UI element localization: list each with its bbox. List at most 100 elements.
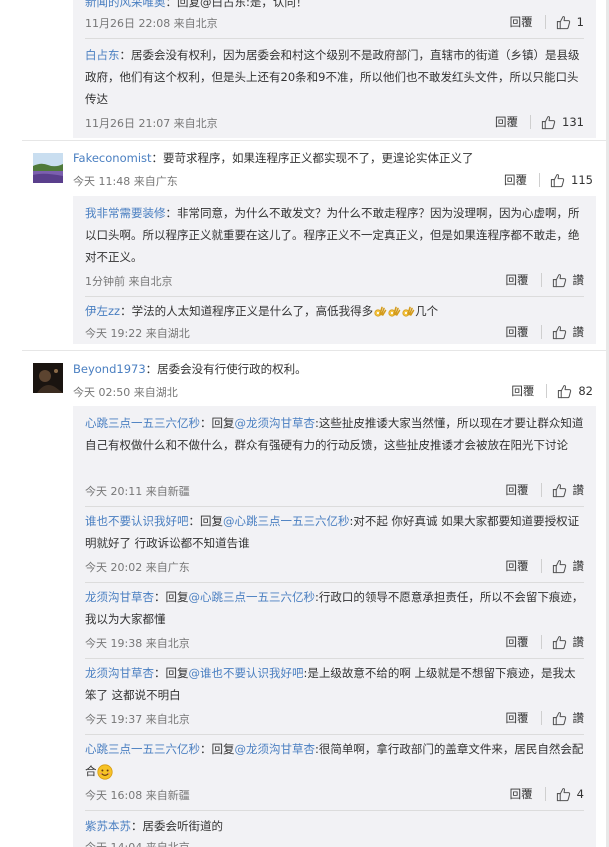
reply-button[interactable]: 回覆 — [493, 114, 520, 130]
like-button[interactable]: 1 — [556, 15, 584, 30]
like-button[interactable]: 讚 — [552, 482, 584, 498]
like-button[interactable]: 讚 — [552, 634, 585, 650]
reply-button[interactable]: 回覆 — [509, 383, 536, 399]
comment-body: Fakeconomist：要苛求程序，如果连程序正义都实现不了，更遑论实体正义了 — [73, 149, 474, 167]
reply-text-tail: 几个 — [415, 304, 439, 318]
reply-item: 龙须沟甘草杏：回复@谁也不要认识我好吧:是上级故意不给的啊 上级就是不想留下痕迹… — [85, 662, 584, 706]
reply-meta: 11月26日 22:08 来自北京 — [85, 17, 218, 30]
reply-meta: 今天 19:22 来自湖北 — [85, 327, 190, 340]
reply-button[interactable]: 回覆 — [504, 482, 531, 498]
reply-text: ：居委会听街道的 — [131, 819, 223, 833]
comment-thread: 新闻的风采唯奥：回复@白占东:是，认同！ 11月26日 22:08 来自北京 回… — [0, 0, 609, 847]
reply-meta: 今天 19:38 来自北京 — [85, 637, 190, 650]
thumbs-up-icon — [556, 787, 571, 802]
reply-username[interactable]: 白占东 — [85, 48, 120, 62]
divider — [85, 658, 584, 659]
like-count: 115 — [571, 173, 593, 187]
reply-button[interactable]: 回覆 — [504, 272, 531, 288]
reply-item: 龙须沟甘草杏：回复@心跳三点一五三六亿秒:行政口的领导不愿意承担责任，所以不会留… — [85, 586, 584, 630]
mention-link[interactable]: @心跳三点一五三六亿秒 — [223, 514, 350, 528]
reply-button[interactable]: 回覆 — [504, 634, 531, 650]
avatar[interactable] — [33, 363, 63, 393]
comment-meta: 今天 11:48 来自广东 — [73, 175, 178, 188]
comment-username[interactable]: Fakeconomist — [73, 151, 152, 165]
thumbs-up-icon — [552, 559, 567, 574]
divider — [85, 734, 584, 735]
like-button[interactable]: 讚 — [552, 324, 585, 340]
like-label: 讚 — [572, 711, 585, 725]
reply-username[interactable]: 我非常需要装修 — [85, 206, 166, 220]
thumbs-up-icon — [552, 325, 567, 340]
reply-prefix: ：回复 — [200, 742, 235, 756]
comment-text: ：要苛求程序，如果连程序正义都实现不了，更遑论实体正义了 — [151, 151, 474, 165]
ok-hand-emoji — [387, 305, 401, 319]
reply-meta: 1分钟前 来自北京 — [85, 275, 173, 288]
reply-username[interactable]: 谁也不要认识我好吧 — [85, 514, 189, 528]
reply-actions: 回覆 131 — [493, 111, 584, 133]
reply-username[interactable]: 紫苏本苏 — [85, 819, 131, 833]
reply-button[interactable]: 回覆 — [504, 710, 531, 726]
divider — [544, 787, 546, 801]
comment-divider — [22, 350, 609, 351]
comment-meta: 今天 02:50 来自湖北 — [73, 386, 178, 399]
reply-button[interactable]: 回覆 — [502, 172, 529, 188]
comment-text: ：居委会没有行使行政的权利。 — [145, 362, 307, 376]
thumbs-up-icon — [541, 115, 556, 130]
reply-item: 谁也不要认识我好吧：回复@心跳三点一五三六亿秒:对不起 你好真诚 如果大家都要知… — [85, 510, 584, 554]
reply-username[interactable]: 龙须沟甘草杏 — [85, 666, 154, 680]
avatar[interactable] — [33, 153, 63, 183]
divider — [85, 296, 584, 297]
like-button[interactable]: 115 — [550, 173, 593, 188]
divider — [540, 273, 542, 287]
divider — [540, 711, 542, 725]
reply-text: ：学法的人太知道程序正义是什么了，高低我得多 — [120, 304, 374, 318]
ok-hand-emoji — [373, 305, 387, 319]
reply-actions: 回覆 1 — [508, 11, 584, 33]
reply-prefix: ：回复 — [200, 416, 235, 430]
divider — [85, 810, 584, 811]
reply-prefix: ：回复 — [154, 666, 189, 680]
reply-meta: 今天 16:08 来自新疆 — [85, 789, 190, 802]
comment-divider — [22, 140, 609, 141]
mention-link[interactable]: @龙须沟甘草杏 — [235, 742, 316, 756]
reply-actions: 回覆 4 — [508, 783, 584, 805]
like-count: 4 — [576, 787, 584, 801]
like-button[interactable]: 讚 — [552, 558, 584, 574]
reply-box: 我非常需要装修：非常同意，为什么不敢发文？为什么不敢走程序？因为没理啊，因为心虚… — [73, 196, 596, 344]
reply-button[interactable]: 回覆 — [504, 558, 531, 574]
thumbs-up-icon — [557, 384, 572, 399]
smiling-face-emoji — [96, 763, 113, 780]
reply-username[interactable]: 心跳三点一五三六亿秒 — [85, 416, 200, 430]
divider — [85, 506, 584, 507]
reply-username[interactable]: 新闻的风采唯奥 — [85, 0, 166, 9]
mention-link[interactable]: @心跳三点一五三六亿秒 — [189, 590, 316, 604]
mention-link[interactable]: @谁也不要认识我好吧 — [189, 666, 304, 680]
like-button[interactable]: 讚 — [552, 710, 585, 726]
reply-button[interactable]: 回覆 — [508, 14, 535, 30]
like-count: 131 — [562, 115, 584, 129]
like-button[interactable]: 4 — [556, 787, 584, 802]
reply-actions: 回覆 讚 — [504, 269, 584, 291]
reply-meta: 11月26日 21:07 来自北京 — [85, 117, 218, 130]
reply-box: 新闻的风采唯奥：回复@白占东:是，认同！ 11月26日 22:08 来自北京 回… — [73, 0, 596, 138]
divider — [540, 483, 542, 497]
reply-actions: 回覆 讚 — [504, 631, 585, 653]
like-label: 讚 — [572, 635, 585, 649]
reply-username[interactable]: 伊左zz — [85, 304, 120, 318]
like-label: 讚 — [572, 325, 585, 339]
like-button[interactable]: 82 — [557, 384, 593, 399]
comment-actions: 回覆 115 — [502, 169, 593, 191]
reply-button[interactable]: 回覆 — [508, 786, 535, 802]
comment-username[interactable]: Beyond1973 — [73, 362, 146, 376]
reply-username[interactable]: 龙须沟甘草杏 — [85, 590, 154, 604]
thumbs-up-icon — [556, 15, 571, 30]
reply-username[interactable]: 心跳三点一五三六亿秒 — [85, 742, 200, 756]
like-button[interactable]: 131 — [541, 115, 584, 130]
like-button[interactable]: 讚 — [552, 272, 584, 288]
comment-actions: 回覆 82 — [509, 380, 593, 402]
reply-item: 心跳三点一五三六亿秒：回复@龙须沟甘草杏:这些扯皮推诿大家当然懂，所以现在才要让… — [85, 412, 584, 456]
reply-button[interactable]: 回覆 — [504, 324, 531, 340]
reply-item: 我非常需要装修：非常同意，为什么不敢发文？为什么不敢走程序？因为没理啊，因为心虚… — [85, 202, 584, 268]
mention-link[interactable]: @龙须沟甘草杏 — [235, 416, 316, 430]
divider — [85, 582, 584, 583]
